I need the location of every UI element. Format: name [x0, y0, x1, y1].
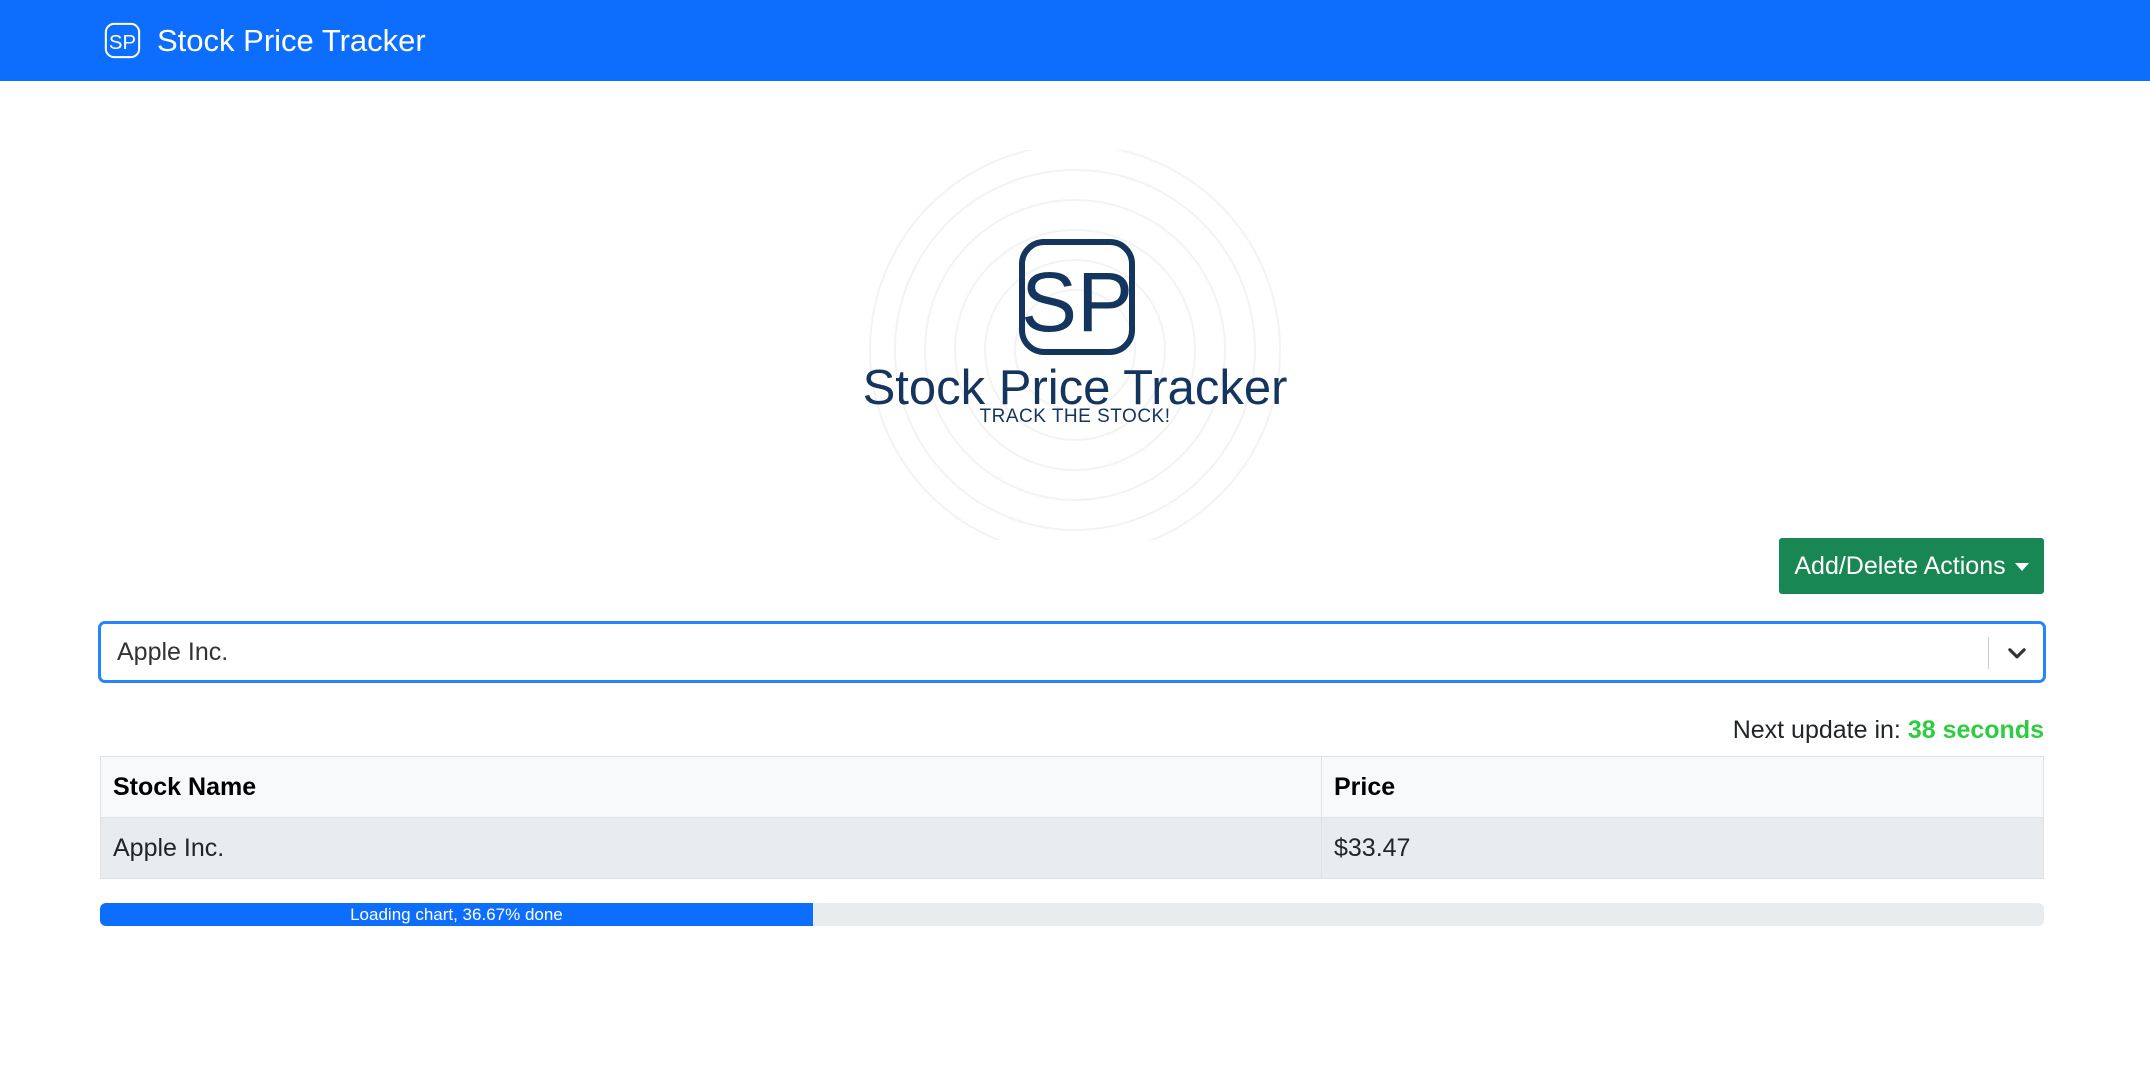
update-countdown: 38 seconds — [1907, 716, 2044, 744]
sp-large-logo-icon: SP — [1019, 239, 1135, 355]
navbar: SP Stock Price Tracker — [0, 0, 2150, 81]
next-update-label: Next update in: — [1732, 716, 1901, 744]
stock-name-cell: Apple Inc. — [100, 817, 1322, 879]
svg-text:SP: SP — [109, 32, 136, 54]
add-delete-actions-button[interactable]: Add/Delete Actions — [1779, 538, 2044, 594]
column-header-price: Price — [1321, 756, 2044, 818]
add-delete-actions-label: Add/Delete Actions — [1794, 551, 2006, 580]
sp-logo-icon: SP — [104, 22, 141, 59]
progress-bar-fill: Loading chart, 36.67% done — [100, 903, 813, 926]
column-header-stock-name: Stock Name — [100, 756, 1322, 818]
stock-price-cell: $33.47 — [1321, 817, 2044, 879]
caret-down-icon — [2014, 563, 2029, 571]
next-update-status: Next update in: 38 seconds — [1733, 716, 2044, 745]
table-row: Apple Inc. $33.47 — [100, 817, 2044, 879]
svg-text:SP: SP — [1021, 255, 1133, 349]
hero-subtitle: TRACK THE STOCK! — [979, 406, 1171, 427]
stock-select[interactable]: Apple Inc. — [99, 622, 2045, 682]
stock-table: Stock Name Price Apple Inc. $33.47 — [100, 756, 2044, 879]
table-header-row: Stock Name Price — [100, 756, 2044, 818]
navbar-title: Stock Price Tracker — [157, 23, 426, 58]
hero-logo-section: SP Stock Price Tracker TRACK THE STOCK! — [790, 150, 1360, 540]
navbar-brand[interactable]: SP Stock Price Tracker — [104, 20, 426, 61]
stock-select-value: Apple Inc. — [117, 638, 229, 666]
chevron-down-icon[interactable] — [2004, 640, 2030, 666]
select-separator — [1988, 637, 1989, 669]
chart-loading-progress: Loading chart, 36.67% done — [100, 903, 2044, 926]
